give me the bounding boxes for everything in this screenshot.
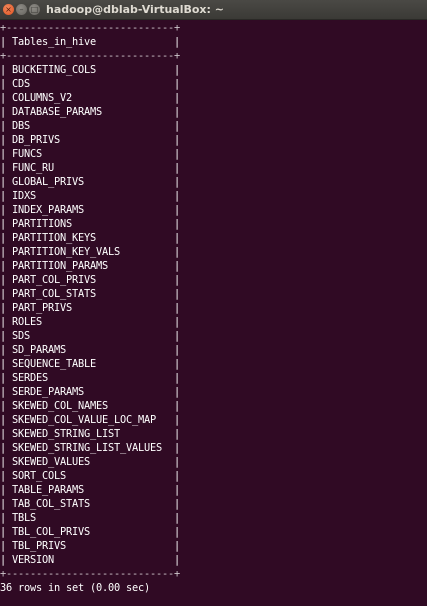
table-row: | COLUMNS_V2 | [0, 92, 180, 104]
result-summary: 36 rows in set (0.00 sec) [0, 582, 150, 594]
table-row: | BUCKETING_COLS | [0, 64, 180, 76]
table-row: | FUNC_RU | [0, 162, 180, 174]
table-row: | SKEWED_VALUES | [0, 456, 180, 468]
table-row: | TABLE_PARAMS | [0, 484, 180, 496]
table-row: | SKEWED_STRING_LIST | [0, 428, 180, 440]
table-border-top: +----------------------------+ [0, 22, 180, 34]
table-row: | PARTITION_KEY_VALS | [0, 246, 180, 258]
table-row: | SDS | [0, 330, 180, 342]
table-row: | SKEWED_STRING_LIST_VALUES | [0, 442, 180, 454]
table-row: | DBS | [0, 120, 180, 132]
table-row: | PART_COL_PRIVS | [0, 274, 180, 286]
table-row: | CDS | [0, 78, 180, 90]
table-row: | INDEX_PARAMS | [0, 204, 180, 216]
table-row: | DATABASE_PARAMS | [0, 106, 180, 118]
table-row: | VERSION | [0, 554, 180, 566]
table-row: | SERDES | [0, 372, 180, 384]
table-row: | TBL_PRIVS | [0, 540, 180, 552]
table-border-bottom: +----------------------------+ [0, 568, 180, 580]
table-row: | ROLES | [0, 316, 180, 328]
table-row: | PARTITION_KEYS | [0, 232, 180, 244]
table-rows: | BUCKETING_COLS | | CDS | | COLUMNS_V2 | |… [0, 63, 427, 567]
table-row: | PARTITIONS | [0, 218, 180, 230]
table-row: | PART_PRIVS | [0, 302, 180, 314]
minimize-icon[interactable]: – [16, 4, 27, 15]
table-row: | SKEWED_COL_VALUE_LOC_MAP | [0, 414, 180, 426]
close-icon[interactable]: × [3, 4, 14, 15]
table-row: | DB_PRIVS | [0, 134, 180, 146]
table-row: | PARTITION_PARAMS | [0, 260, 180, 272]
table-row: | SORT_COLS | [0, 470, 180, 482]
table-row: | IDXS | [0, 190, 180, 202]
table-row: | SD_PARAMS | [0, 344, 180, 356]
table-row: | FUNCS | [0, 148, 180, 160]
title-bar[interactable]: × – □ hadoop@dblab-VirtualBox: ~ [0, 0, 427, 20]
window-title: hadoop@dblab-VirtualBox: ~ [46, 3, 224, 16]
table-header: | Tables_in_hive | [0, 36, 180, 48]
table-row: | TBL_COL_PRIVS | [0, 526, 180, 538]
terminal-window: × – □ hadoop@dblab-VirtualBox: ~ +------… [0, 0, 427, 606]
table-row: | SEQUENCE_TABLE | [0, 358, 180, 370]
table-row: | TAB_COL_STATS | [0, 498, 180, 510]
table-row: | GLOBAL_PRIVS | [0, 176, 180, 188]
table-row: | SERDE_PARAMS | [0, 386, 180, 398]
table-row: | PART_COL_STATS | [0, 288, 180, 300]
maximize-icon[interactable]: □ [29, 4, 40, 15]
table-row: | TBLS | [0, 512, 180, 524]
table-header-divider: +----------------------------+ [0, 50, 180, 62]
table-row: | SKEWED_COL_NAMES | [0, 400, 180, 412]
terminal-output[interactable]: +----------------------------+ | Tables_… [0, 20, 427, 606]
